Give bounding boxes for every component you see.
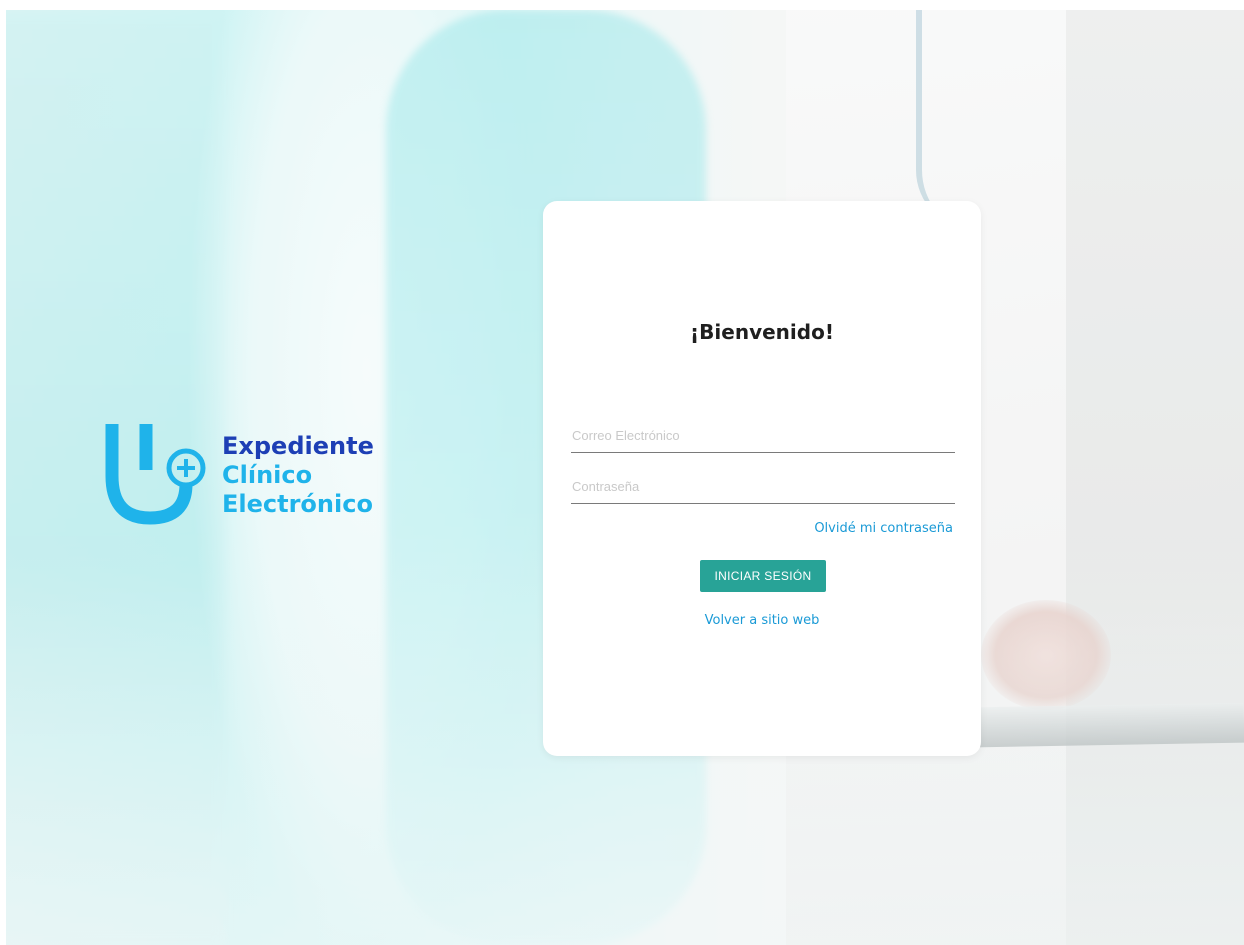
password-field[interactable] [571,469,955,504]
login-card: ¡Bienvenido! Olvidé mi contraseña INICIA… [543,201,981,756]
brand-line-electronico: Electrónico [222,490,373,518]
back-to-website-link[interactable]: Volver a sitio web [543,613,981,628]
page-title: ¡Bienvenido! [690,320,834,344]
login-page: Expediente Clínico Electrónico ¡Bienveni… [6,10,1244,945]
brand-line-expediente: Expediente [222,432,374,460]
login-button[interactable]: INICIAR SESIÓN [700,560,826,592]
forgot-password-link[interactable]: Olvidé mi contraseña [814,521,953,536]
brand-line-clinico: Clínico [222,461,313,489]
brand-name: Expediente Clínico Electrónico [222,432,374,519]
stethoscope-plus-icon [105,424,206,525]
brand-logo: Expediente Clínico Electrónico [102,418,402,538]
email-field[interactable] [571,418,955,453]
